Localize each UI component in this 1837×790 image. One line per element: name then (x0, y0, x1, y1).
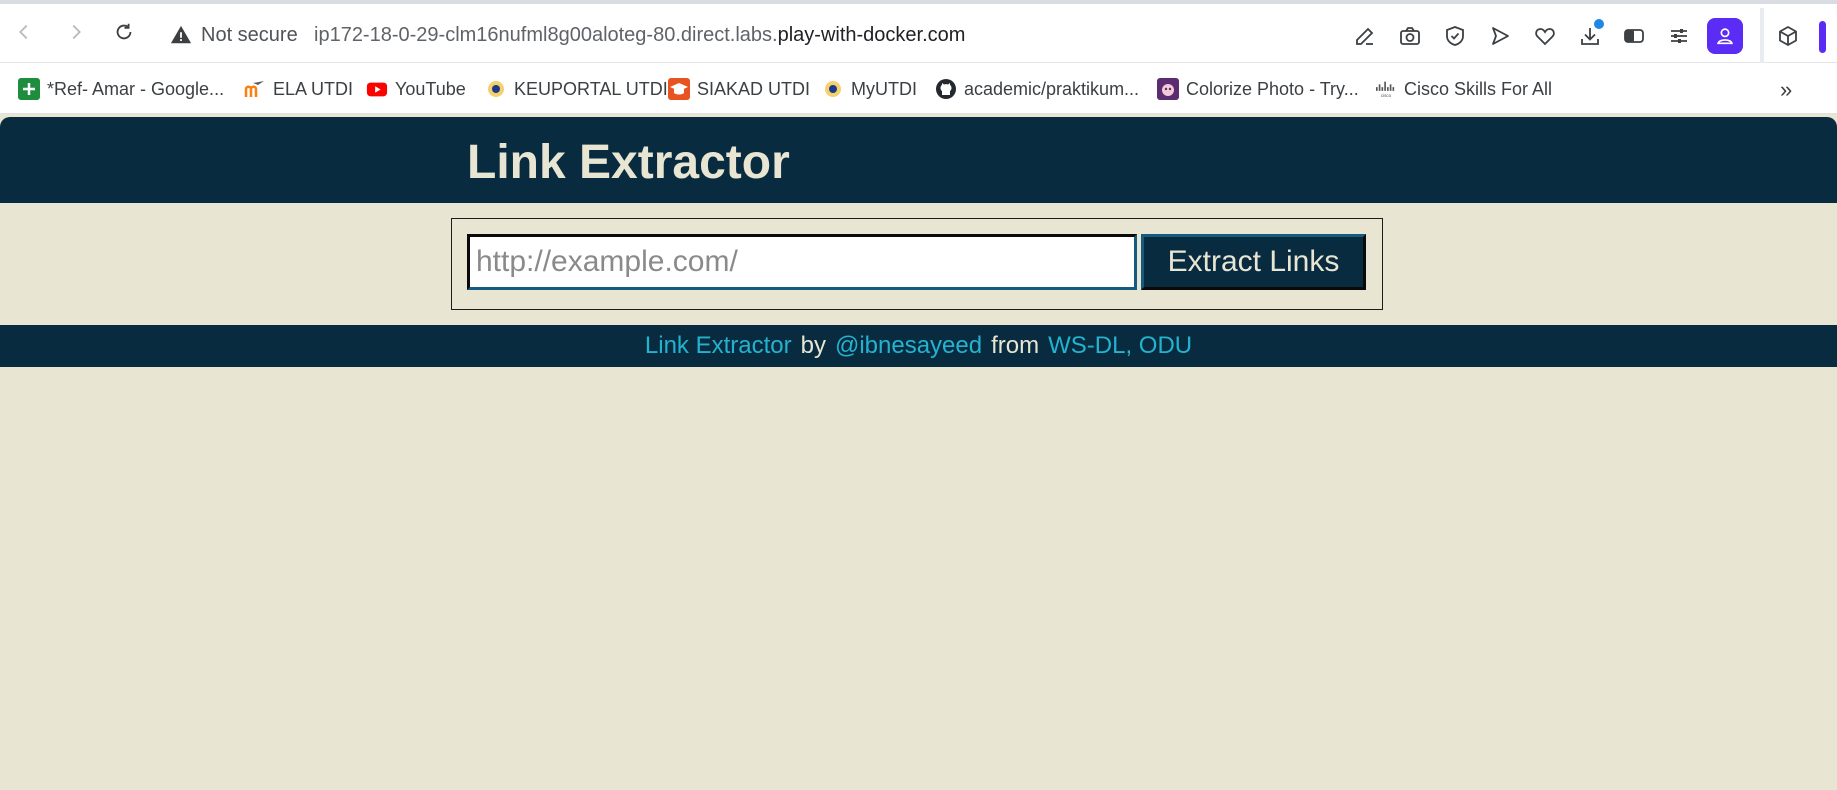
address-bar-url[interactable]: ip172-18-0-29-clm16nufml8g00aloteg-80.di… (314, 24, 965, 47)
bookmark-label: Cisco Skills For All (1404, 78, 1553, 99)
download-badge (1594, 19, 1604, 29)
bookmark-cisco-skills[interactable]: cisco Cisco Skills For All (1375, 77, 1552, 101)
bookmark-label: ELA UTDI (273, 78, 354, 99)
bookmark-label: academic/praktikum... (964, 78, 1140, 99)
toolbar-separator (1760, 8, 1764, 66)
bookmark-label: *Ref- Amar - Google... (47, 78, 225, 99)
bookmark-ela-utdi[interactable]: ELA UTDI (244, 77, 353, 101)
warning-icon[interactable] (170, 24, 192, 46)
back-arrow-icon (19, 24, 28, 40)
footer-by-text: by (800, 332, 826, 359)
heart-icon[interactable] (1533, 24, 1557, 48)
bookmark-siakad-utdi[interactable]: SIAKAD UTDI (668, 77, 810, 101)
send-icon[interactable] (1488, 24, 1512, 48)
footer-org-link[interactable]: WS-DL, ODU (1048, 332, 1192, 360)
bookmark-academic-praktikum[interactable]: academic/praktikum... (935, 77, 1139, 101)
bookmark-youtube[interactable]: YouTube (366, 77, 466, 101)
youtube-icon (366, 78, 388, 100)
browser-toolbar: Not secure ip172-18-0-29-clm16nufml8g00a… (0, 4, 1837, 66)
svg-text:cisco: cisco (1381, 93, 1392, 98)
page-header: Link Extractor (0, 117, 1837, 203)
camera-icon[interactable] (1398, 24, 1422, 48)
footer-author-link[interactable]: @ibnesayeed (835, 332, 982, 360)
profile-button[interactable] (1707, 18, 1743, 54)
url-input[interactable] (467, 234, 1137, 290)
reload-button[interactable] (110, 18, 138, 46)
profile-icon (1717, 28, 1733, 45)
colorize-icon (1157, 78, 1179, 100)
url-prefix: ip172-18-0-29-clm16nufml8g00aloteg-80.di… (314, 24, 778, 46)
utdi-logo-icon (822, 78, 844, 100)
edit-icon[interactable] (1353, 24, 1377, 48)
forward-arrow-icon (72, 24, 81, 40)
footer-app-link[interactable]: Link Extractor (645, 332, 792, 360)
page-footer: Link Extractor by @ibnesayeed from WS-DL… (0, 325, 1837, 367)
bookmark-keuportal-utdi[interactable]: KEUPORTAL UTDI (485, 77, 668, 101)
utdi-logo-icon (485, 78, 507, 100)
moodle-icon (244, 78, 266, 100)
sidebar-handle[interactable] (1819, 21, 1826, 53)
reload-icon (116, 23, 132, 40)
graduation-cap-icon (668, 78, 690, 100)
sidebar-icon[interactable] (1622, 24, 1646, 48)
cisco-icon: cisco (1375, 78, 1397, 100)
bookmark-label: Colorize Photo - Try... (1186, 78, 1359, 99)
extract-links-button[interactable]: Extract Links (1141, 234, 1366, 290)
forward-button[interactable] (62, 18, 90, 46)
google-sheets-icon (18, 78, 40, 100)
bookmark-label: MyUTDI (851, 78, 917, 99)
shield-check-icon[interactable] (1443, 24, 1467, 48)
page-title: Link Extractor (467, 136, 790, 189)
bookmark-ref-amar[interactable]: *Ref- Amar - Google... (18, 77, 224, 101)
bookmark-label: SIAKAD UTDI (697, 78, 811, 99)
cube-icon[interactable] (1776, 24, 1800, 48)
github-icon (935, 78, 957, 100)
bookmark-myutdi[interactable]: MyUTDI (822, 77, 917, 101)
tune-icon[interactable] (1667, 24, 1691, 48)
extract-form: Extract Links (451, 218, 1383, 310)
url-domain: play-with-docker.com (777, 24, 966, 46)
bookmarks-bar: *Ref- Amar - Google... ELA UTDI YouTube … (0, 63, 1837, 114)
back-button[interactable] (10, 18, 38, 46)
bookmark-colorize-photo[interactable]: Colorize Photo - Try... (1157, 77, 1359, 101)
bookmarks-overflow-button[interactable]: » (1780, 77, 1792, 103)
bookmark-label: KEUPORTAL UTDI (514, 78, 668, 99)
footer-from-text: from (991, 332, 1040, 359)
bookmark-label: YouTube (395, 78, 466, 99)
security-status[interactable]: Not secure (201, 24, 298, 47)
